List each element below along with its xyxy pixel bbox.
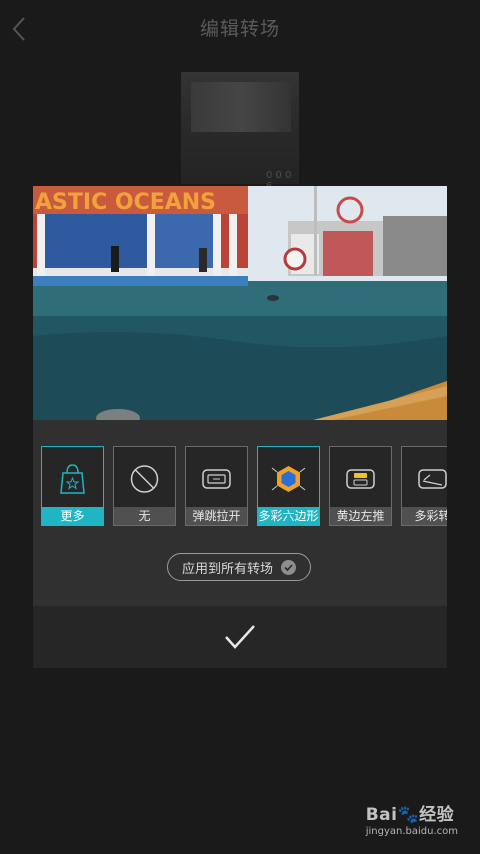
watermark-logo-suffix: 经验	[419, 805, 455, 825]
check-circle-icon	[281, 559, 296, 575]
watermark-logo: Bai🐾经验	[366, 800, 458, 825]
transition-panel: ASTIC OCEANS 更多 无 弹跳拉开 多彩六边形 黄边左推 多彩转 应用…	[33, 186, 447, 668]
effect-label: 多彩六边形	[258, 507, 319, 525]
effect-label: 弹跳拉开	[186, 507, 247, 525]
apply-to-all-button[interactable]: 应用到所有转场	[167, 553, 311, 581]
effect-label: 多彩转	[402, 507, 447, 525]
effect-label: 更多	[42, 507, 103, 525]
confirm-row	[33, 606, 447, 668]
effect-colorful-hexagon[interactable]: 多彩六边形	[257, 446, 320, 526]
effect-bounce-open[interactable]: 弹跳拉开	[185, 446, 248, 526]
preview-sign-text: ASTIC OCEANS	[35, 190, 216, 215]
apply-to-all-label: 应用到所有转场	[181, 561, 273, 577]
transition-effects-strip[interactable]: 更多 无 弹跳拉开 多彩六边形 黄边左推 多彩转	[33, 420, 447, 550]
watermark-logo-text: Bai	[365, 805, 398, 825]
yellow-edge-push-left-icon	[346, 469, 375, 489]
preview-scene: ASTIC OCEANS	[33, 186, 447, 420]
effect-more[interactable]: 更多	[41, 446, 104, 526]
video-preview[interactable]: ASTIC OCEANS	[33, 186, 447, 420]
page-title: 编辑转场	[199, 18, 280, 40]
confirm-check-icon[interactable]	[223, 622, 257, 652]
top-bar: 编辑转场	[0, 0, 480, 58]
effect-none[interactable]: 无	[113, 446, 176, 526]
none-slash-icon	[130, 465, 159, 493]
thumbnail-image	[191, 82, 291, 132]
effect-colorful-turn[interactable]: 多彩转	[401, 446, 447, 526]
baidu-watermark: Bai🐾经验 jingyan.baidu.com	[366, 800, 458, 837]
effect-label: 无	[114, 507, 175, 525]
bounce-open-icon	[202, 469, 231, 489]
paw-icon: 🐾	[397, 805, 420, 825]
effect-yellow-edge-push-left[interactable]: 黄边左推	[329, 446, 392, 526]
colorful-hexagon-icon	[271, 466, 306, 492]
effect-label: 黄边左推	[330, 507, 391, 525]
apply-row: 应用到所有转场	[33, 550, 447, 606]
background-thumbnail: 0 0 0 6	[181, 72, 299, 192]
shopping-bag-star-icon	[60, 464, 85, 494]
watermark-url: jingyan.baidu.com	[365, 826, 458, 837]
colorful-turn-icon	[418, 469, 447, 489]
